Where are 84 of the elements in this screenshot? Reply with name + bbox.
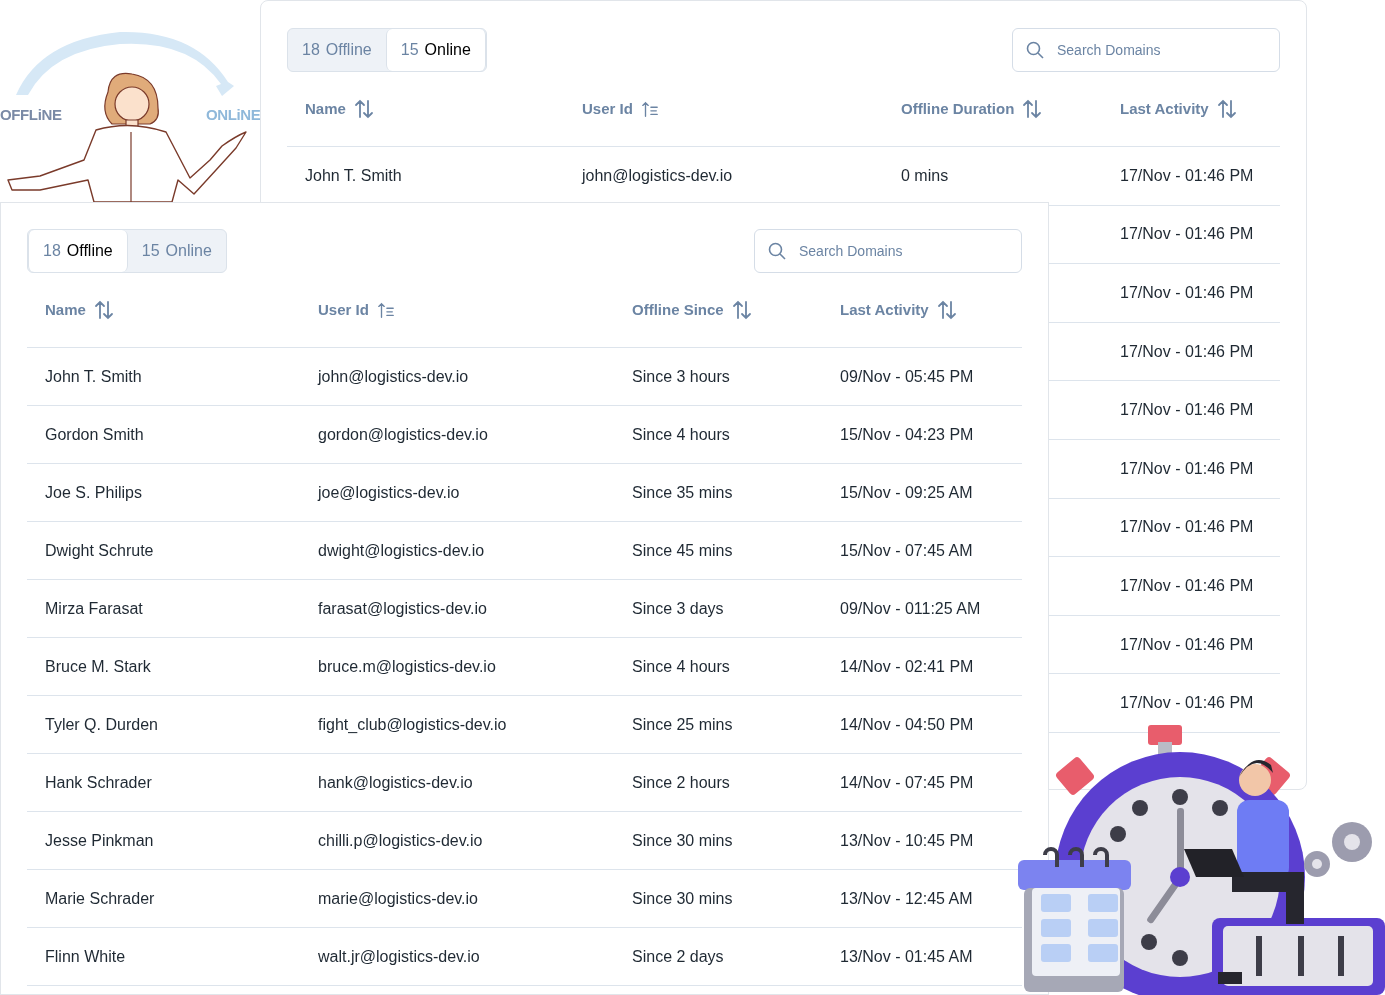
table-cell: 14/Nov - 02:41 PM — [840, 657, 974, 675]
table-cell: Since 2 days — [632, 947, 724, 965]
table-cell: Since 4 hours — [632, 657, 730, 675]
table-cell: fight_club@logistics-dev.io — [318, 715, 507, 733]
column-header[interactable]: Name — [45, 298, 86, 322]
column-header[interactable]: Last Activity — [1120, 97, 1209, 121]
status-tab[interactable]: 18 Offline — [28, 230, 128, 272]
table-cell: Since 2 hours — [632, 773, 730, 791]
table-cell: 15/Nov - 07:45 AM — [840, 541, 973, 559]
column-header[interactable]: Offline Duration — [901, 97, 1015, 121]
column-header[interactable]: Last Activity — [840, 298, 929, 322]
sort-icon[interactable] — [731, 300, 752, 320]
table-cell: john@logistics-dev.io — [318, 367, 469, 385]
table-cell: 17/Nov - 01:46 PM — [1120, 459, 1254, 477]
table-cell: Since 30 mins — [632, 889, 733, 907]
status-tab[interactable]: 18 Offline — [288, 29, 386, 71]
table-cell: 17/Nov - 01:46 PM — [1120, 401, 1254, 419]
search-field[interactable]: Search Domains — [754, 229, 1022, 273]
online-label: ONLiNE — [206, 105, 261, 125]
sort-ascending-icon[interactable] — [376, 301, 395, 319]
table-cell: 17/Nov - 01:46 PM — [1120, 284, 1254, 301]
table-cell: 14/Nov - 04:50 PM — [840, 715, 974, 733]
table-cell: John T. Smith — [305, 166, 402, 184]
table-cell: 14/Nov - 07:45 PM — [840, 773, 974, 791]
table-cell: 13/Nov - 12:45 AM — [840, 889, 973, 907]
table-cell: 17/Nov - 01:46 PM — [1120, 694, 1254, 712]
sort-icon[interactable] — [936, 300, 957, 320]
table-cell: gordon@logistics-dev.io — [318, 425, 488, 443]
sort-icon[interactable] — [1216, 99, 1237, 119]
table-cell: Since 3 hours — [632, 367, 730, 385]
table-cell: 09/Nov - 05:45 PM — [840, 367, 974, 385]
table-cell: 17/Nov - 01:46 PM — [1120, 518, 1254, 536]
table-cell: Marie Schrader — [45, 889, 155, 907]
table-cell: hank@logistics-dev.io — [318, 773, 473, 791]
table-cell: 17/Nov - 01:46 PM — [1120, 166, 1254, 184]
table-cell: Since 45 mins — [632, 541, 733, 559]
table-cell: farasat@logistics-dev.io — [318, 599, 487, 617]
table-cell: Dwight Schrute — [45, 541, 154, 559]
table-cell: john@logistics-dev.io — [582, 166, 733, 184]
offline-label: OFFLiNE — [0, 105, 62, 125]
table-cell: Bruce M. Stark — [45, 657, 151, 675]
search-field[interactable]: Search Domains — [1012, 28, 1280, 72]
table-cell: walt.jr@logistics-dev.io — [318, 947, 480, 965]
table-cell: Since 35 mins — [632, 483, 733, 501]
table-cell: bruce.m@logistics-dev.io — [318, 657, 496, 675]
table-cell: Since 4 hours — [632, 425, 730, 443]
table-cell: Mirza Farasat — [45, 599, 143, 617]
search-icon — [1026, 41, 1044, 59]
table-cell: 17/Nov - 01:46 PM — [1120, 225, 1254, 243]
table-cell: 15/Nov - 04:23 PM — [840, 425, 974, 443]
column-header[interactable]: User Id — [318, 298, 369, 322]
table-cell: 13/Nov - 10:45 PM — [840, 831, 974, 849]
table-cell: Since 30 mins — [632, 831, 733, 849]
table-cell: 17/Nov - 01:46 PM — [1120, 342, 1254, 360]
table-cell: chilli.p@logistics-dev.io — [318, 831, 483, 849]
table-cell: 17/Nov - 01:46 PM — [1120, 576, 1254, 594]
sort-icon[interactable] — [1022, 99, 1043, 119]
column-header[interactable]: Name — [305, 97, 346, 121]
sort-icon[interactable] — [353, 99, 374, 119]
table-cell: Gordon Smith — [45, 425, 144, 443]
table-cell: Flinn White — [45, 947, 126, 965]
table-cell: joe@logistics-dev.io — [318, 483, 460, 501]
search-icon — [768, 242, 786, 260]
table-cell: 0 mins — [901, 166, 949, 184]
table-cell: dwight@logistics-dev.io — [318, 541, 485, 559]
table-cell: 17/Nov - 01:46 PM — [1120, 635, 1254, 653]
table-cell: marie@logistics-dev.io — [318, 889, 478, 907]
table-cell: Since 25 mins — [632, 715, 733, 733]
table-cell: Joe S. Philips — [45, 483, 142, 501]
table-cell: John T. Smith — [45, 367, 142, 385]
table-cell: Hank Schrader — [45, 773, 152, 791]
column-header[interactable]: User Id — [582, 97, 633, 121]
table-cell: Tyler Q. Durden — [45, 715, 158, 733]
table-cell: Jesse Pinkman — [45, 831, 154, 849]
column-header[interactable]: Offline Since — [632, 298, 724, 322]
status-tab[interactable]: 15 Online — [127, 230, 226, 272]
table-cell: Since 3 days — [632, 599, 724, 617]
curved-arrow-icon — [16, 32, 234, 96]
sort-ascending-icon[interactable] — [640, 100, 659, 118]
table-cell: 15/Nov - 09:25 AM — [840, 483, 973, 501]
table-cell: 13/Nov - 01:45 AM — [840, 947, 973, 965]
status-tab[interactable]: 15 Online — [385, 29, 486, 71]
table-cell: 09/Nov - 011:25 AM — [840, 599, 981, 617]
sort-icon[interactable] — [93, 300, 114, 320]
